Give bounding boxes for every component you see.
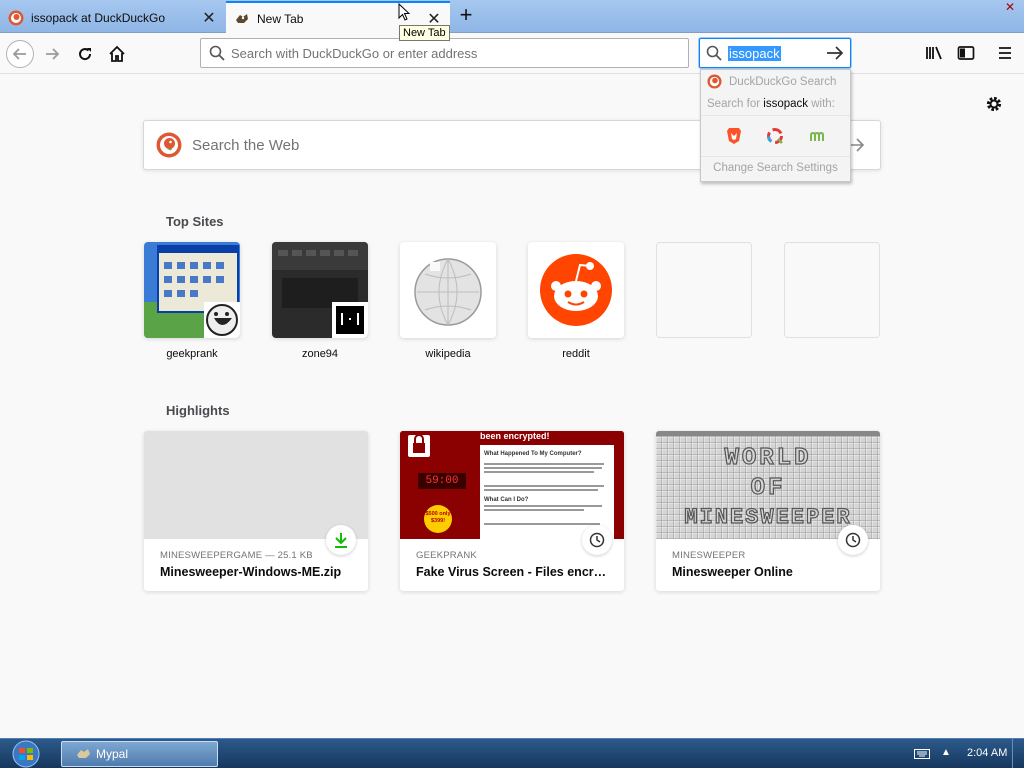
search-for-suffix: with: bbox=[811, 98, 835, 110]
download-icon bbox=[326, 525, 356, 555]
system-clock[interactable]: 2:04 AM bbox=[967, 747, 1007, 759]
top-site-tile[interactable] bbox=[400, 242, 496, 338]
web-search-placeholder: Search the Web bbox=[192, 136, 300, 154]
gear-icon[interactable] bbox=[984, 94, 1004, 114]
top-site-empty-slot[interactable] bbox=[656, 242, 752, 338]
one-off-engines bbox=[701, 121, 850, 151]
top-site-label: zone94 bbox=[301, 348, 339, 360]
sidebar-icon bbox=[957, 46, 975, 60]
card-title: Minesweeper-Windows-ME.zip bbox=[160, 565, 342, 579]
current-engine-row[interactable]: DuckDuckGo Search bbox=[707, 74, 836, 89]
window-close-icon[interactable]: ✕ bbox=[1002, 0, 1018, 14]
new-tab-button[interactable]: + bbox=[455, 4, 477, 27]
change-search-settings-button[interactable]: Change Search Settings bbox=[701, 158, 850, 178]
forward-button[interactable] bbox=[38, 40, 66, 68]
qwant-icon[interactable] bbox=[763, 124, 787, 148]
mypal-favicon bbox=[236, 13, 248, 23]
taskbar-app-label: Mypal bbox=[96, 747, 129, 761]
reload-icon bbox=[79, 48, 92, 61]
sidebar-button[interactable] bbox=[954, 41, 978, 65]
top-site-label: reddit bbox=[562, 348, 590, 360]
menu-button[interactable] bbox=[993, 41, 1017, 65]
divider bbox=[701, 115, 850, 116]
keyboard-icon[interactable] bbox=[914, 749, 930, 759]
mouse-cursor-icon bbox=[398, 3, 410, 21]
show-hidden-icons-icon[interactable]: ▲ bbox=[941, 747, 951, 758]
top-site-empty-slot[interactable] bbox=[784, 242, 880, 338]
mypal-icon bbox=[77, 749, 90, 758]
virus-section-2: What Can I Do? bbox=[484, 497, 529, 503]
zone94-thumbnail bbox=[272, 242, 368, 338]
home-icon bbox=[109, 45, 125, 62]
library-button[interactable] bbox=[922, 41, 946, 65]
show-desktop-button[interactable] bbox=[1012, 739, 1024, 768]
search-icon bbox=[706, 45, 722, 61]
top-site-tile[interactable] bbox=[528, 242, 624, 338]
card-thumbnail: WORLD OF MINESWEEPER bbox=[656, 431, 880, 539]
search-for-prefix: Search for bbox=[707, 98, 761, 110]
top-site-label: wikipedia bbox=[425, 348, 471, 360]
brave-icon[interactable] bbox=[722, 124, 746, 148]
search-bar[interactable]: issopack bbox=[699, 38, 851, 68]
card-context: MINESWEEPERGAME — 25.1 KB bbox=[160, 550, 313, 561]
virus-headline: been encrypted! bbox=[480, 431, 550, 441]
reddit-logo-icon bbox=[528, 242, 624, 338]
card-title: Minesweeper Online bbox=[672, 565, 793, 579]
minesweeper-line-1: WORLD bbox=[724, 444, 812, 472]
forward-arrow-icon bbox=[46, 48, 60, 60]
highlight-card[interactable]: MINESWEEPERGAME — 25.1 KB Minesweeper-Wi… bbox=[144, 431, 368, 591]
virus-offer: $500 only $399! bbox=[425, 511, 451, 524]
geekprank-thumbnail bbox=[144, 242, 240, 338]
search-for-term: issopack bbox=[763, 98, 809, 110]
search-icon bbox=[209, 45, 225, 61]
highlight-card[interactable]: been encrypted! What Happened To My Comp… bbox=[400, 431, 624, 591]
top-sites-title: Top Sites bbox=[166, 214, 224, 229]
windows-start-icon[interactable] bbox=[6, 740, 46, 768]
top-site-tile[interactable] bbox=[144, 242, 240, 338]
virus-section-1: What Happened To My Computer? bbox=[484, 451, 582, 457]
address-input[interactable] bbox=[231, 45, 671, 61]
top-site-label: geekprank bbox=[166, 348, 218, 360]
highlight-card[interactable]: WORLD OF MINESWEEPER MINESWEEPER Mineswe… bbox=[656, 431, 880, 591]
taskbar: Mypal ▲ 2:04 AM bbox=[0, 738, 1024, 768]
library-icon bbox=[926, 46, 942, 60]
duckduckgo-logo-icon bbox=[156, 132, 182, 158]
navigation-toolbar: issopack bbox=[0, 34, 1024, 74]
search-input[interactable]: issopack bbox=[728, 45, 781, 61]
taskbar-app-mypal[interactable]: Mypal bbox=[61, 741, 218, 767]
highlights-title: Highlights bbox=[166, 403, 230, 418]
mojeek-icon[interactable] bbox=[805, 124, 829, 148]
address-bar[interactable] bbox=[200, 38, 689, 68]
tab-strip: issopack at DuckDuckGo ✕ New Tab ✕ + ✕ bbox=[0, 0, 1024, 34]
duckduckgo-favicon bbox=[8, 10, 24, 26]
back-button[interactable] bbox=[6, 40, 34, 68]
home-button[interactable] bbox=[103, 40, 131, 68]
card-title: Fake Virus Screen - Files encrypted bbox=[416, 565, 612, 579]
clock-icon bbox=[838, 525, 868, 555]
tab-tooltip: New Tab bbox=[399, 25, 450, 41]
hamburger-menu-icon bbox=[999, 47, 1011, 59]
search-for-label: Search for issopack with: bbox=[707, 98, 835, 110]
search-suggestions-popup: DuckDuckGo Search Search for issopack wi… bbox=[700, 69, 851, 182]
tab-close-icon[interactable]: ✕ bbox=[201, 10, 217, 27]
card-context: GEEKPRANK bbox=[416, 550, 477, 561]
back-arrow-icon bbox=[12, 48, 26, 60]
virus-countdown: 59:00 bbox=[425, 475, 459, 487]
reload-button[interactable] bbox=[71, 40, 99, 68]
clock-icon bbox=[582, 525, 612, 555]
tab-duckduckgo[interactable]: issopack at DuckDuckGo ✕ bbox=[0, 3, 225, 33]
minesweeper-line-2: OF bbox=[750, 474, 786, 502]
divider bbox=[701, 156, 850, 157]
card-thumbnail: been encrypted! What Happened To My Comp… bbox=[400, 431, 624, 539]
card-context: MINESWEEPER bbox=[672, 550, 746, 561]
engine-name: DuckDuckGo Search bbox=[729, 75, 837, 88]
top-site-tile[interactable] bbox=[272, 242, 368, 338]
card-thumbnail bbox=[144, 431, 368, 539]
go-arrow-icon[interactable] bbox=[826, 45, 844, 61]
duckduckgo-icon bbox=[707, 74, 722, 89]
tab-title: issopack at DuckDuckGo bbox=[31, 11, 166, 25]
wikipedia-logo-icon bbox=[400, 242, 496, 338]
